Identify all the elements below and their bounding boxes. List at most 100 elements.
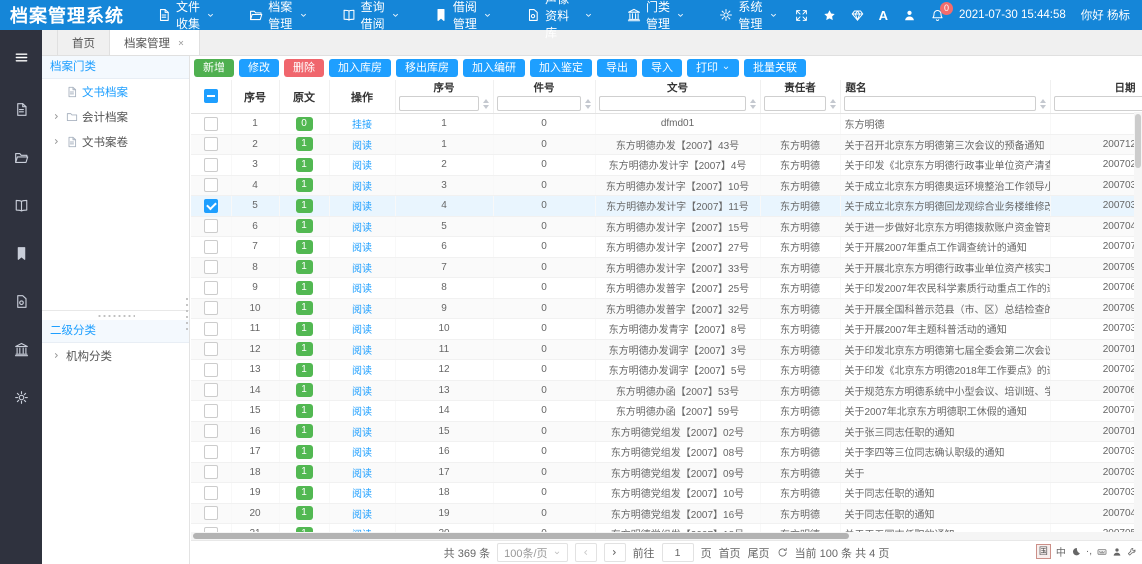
first-page-link[interactable]: 首页	[719, 545, 741, 561]
table-row[interactable]: 121阅读110东方明德办发调字【2007】3号东方明德关于印发北京东方明德第七…	[191, 339, 1142, 360]
row-checkbox[interactable]	[204, 445, 218, 459]
table-row[interactable]: 171阅读160东方明德党组发【2007】08号东方明德关于李四等三位同志确认职…	[191, 442, 1142, 463]
operation-link[interactable]: 阅读	[352, 202, 372, 213]
vertical-scrollbar-thumb[interactable]	[1135, 114, 1141, 168]
page-number-input[interactable]	[662, 543, 694, 562]
table-row[interactable]: 151阅读140东方明德办函【2007】59号东方明德关于2007年北京东方明德…	[191, 401, 1142, 422]
table-row[interactable]: 181阅读170东方明德党组发【2007】09号东方明德关于20070322	[191, 462, 1142, 483]
table-row[interactable]: 111阅读100东方明德办发青字【2007】8号东方明德关于开展2007年主题科…	[191, 319, 1142, 340]
filter-input-wenhao[interactable]	[599, 96, 746, 111]
refresh-icon[interactable]	[777, 547, 788, 558]
table-row[interactable]: 91阅读80东方明德办发普字【2007】25号东方明德关于印发2007年农民科学…	[191, 278, 1142, 299]
rail-toggle-menu[interactable]	[0, 40, 42, 74]
table-row[interactable]: 161阅读150东方明德党组发【2007】02号东方明德关于张三同志任职的通知2…	[191, 421, 1142, 442]
btn-batch-link[interactable]: 批量关联	[744, 59, 806, 77]
star-icon[interactable]	[823, 9, 836, 22]
filter-input-riqi[interactable]	[1054, 96, 1142, 111]
table-row[interactable]: 191阅读180东方明德党组发【2007】10号东方明德关于同志任职的通知200…	[191, 483, 1142, 504]
row-checkbox[interactable]	[204, 383, 218, 397]
rail-borrow-manage[interactable]	[0, 236, 42, 270]
table-row[interactable]: 31阅读20东方明德办发计字【2007】4号东方明德关于印发《北京东方明德行政事…	[191, 155, 1142, 176]
last-page-link[interactable]: 尾页	[748, 545, 770, 561]
row-checkbox[interactable]	[204, 465, 218, 479]
select-all-checkbox[interactable]	[204, 89, 218, 103]
btn-add-research[interactable]: 加入编研	[463, 59, 525, 77]
operation-link[interactable]: 阅读	[352, 243, 372, 254]
table-row[interactable]: 21阅读10东方明德办发【2007】43号东方明德关于召开北京东方明德第三次会议…	[191, 134, 1142, 155]
operation-link[interactable]: 阅读	[352, 510, 372, 521]
horizontal-scrollbar-thumb[interactable]	[193, 533, 849, 539]
rail-system-manage[interactable]	[0, 380, 42, 414]
page-size-select[interactable]: 100条/页	[497, 543, 567, 562]
table-row[interactable]: 71阅读60东方明德办发计字【2007】27号东方明德关于开展2007年重点工作…	[191, 237, 1142, 258]
prev-page-button[interactable]	[575, 543, 597, 562]
tree-item-org-category[interactable]: 机构分类	[42, 343, 189, 368]
ime-soft-keyboard-icon[interactable]	[1097, 547, 1107, 557]
close-icon[interactable]	[177, 39, 185, 47]
user-icon[interactable]	[903, 9, 916, 22]
btn-print[interactable]: 打印	[687, 59, 739, 77]
horizontal-scrollbar[interactable]	[191, 532, 1142, 540]
operation-link[interactable]: 阅读	[352, 264, 372, 275]
row-checkbox[interactable]	[204, 158, 218, 172]
operation-link[interactable]: 阅读	[352, 182, 372, 193]
row-checkbox[interactable]	[204, 260, 218, 274]
operation-link[interactable]: 阅读	[352, 489, 372, 500]
row-checkbox[interactable]	[204, 363, 218, 377]
menu-query-borrow[interactable]: 查询借阅	[325, 0, 417, 30]
operation-link[interactable]: 阅读	[352, 305, 372, 316]
row-checkbox[interactable]	[204, 486, 218, 500]
filter-input-jianhao[interactable]	[497, 96, 581, 111]
table-row[interactable]: 101阅读90东方明德办发普字【2007】32号东方明德关于开展全国科普示范县（…	[191, 298, 1142, 319]
tab-archive-manage[interactable]: 档案管理	[110, 30, 200, 55]
table-row[interactable]: 61阅读50东方明德办发计字【2007】15号东方明德关于进一步做好北京东方明德…	[191, 216, 1142, 237]
menu-borrow-manage[interactable]: 借阅管理	[417, 0, 509, 30]
tree-item-accounting-archive[interactable]: 会计档案	[42, 104, 189, 129]
btn-export[interactable]: 导出	[597, 59, 637, 77]
sort-wenhao-spinner[interactable]	[749, 99, 757, 109]
rail-query-borrow[interactable]	[0, 188, 42, 222]
row-checkbox[interactable]	[204, 199, 218, 213]
horizontal-splitter[interactable]	[42, 310, 189, 320]
row-checkbox[interactable]	[204, 301, 218, 315]
operation-link[interactable]: 阅读	[352, 284, 372, 295]
operation-link[interactable]: 阅读	[352, 428, 372, 439]
operation-link[interactable]: 阅读	[352, 366, 372, 377]
ime-chinese-mode[interactable]: 中	[1056, 544, 1066, 559]
operation-link[interactable]: 阅读	[352, 141, 372, 152]
operation-link[interactable]: 阅读	[352, 223, 372, 234]
row-checkbox[interactable]	[204, 322, 218, 336]
row-checkbox[interactable]	[204, 404, 218, 418]
vertical-scrollbar[interactable]	[1134, 112, 1142, 532]
ime-user-icon[interactable]	[1112, 547, 1122, 557]
operation-link[interactable]: 阅读	[352, 387, 372, 398]
fullscreen-icon[interactable]	[795, 9, 808, 22]
rail-file-collect[interactable]	[0, 92, 42, 126]
table-row[interactable]: 81阅读70东方明德办发计字【2007】33号东方明德关于开展北京东方明德行政事…	[191, 257, 1142, 278]
tree-item-document-folder[interactable]: 文书案卷	[42, 129, 189, 154]
row-checkbox[interactable]	[204, 342, 218, 356]
table-row[interactable]: 141阅读130东方明德办函【2007】53号东方明德关于规范东方明德系统中小型…	[191, 380, 1142, 401]
operation-link[interactable]: 阅读	[352, 161, 372, 172]
row-checkbox[interactable]	[204, 506, 218, 520]
operation-link[interactable]: 阅读	[352, 346, 372, 357]
operation-link[interactable]: 阅读	[352, 469, 372, 480]
table-row[interactable]: 10挂接10dfmd01东方明德	[191, 114, 1142, 135]
row-checkbox[interactable]	[204, 178, 218, 192]
row-checkbox[interactable]	[204, 281, 218, 295]
menu-av-library[interactable]: 声像资料库	[509, 0, 610, 30]
filter-input-timing[interactable]	[844, 96, 1036, 111]
notifications-bell[interactable]: 0	[931, 9, 944, 22]
btn-import[interactable]: 导入	[642, 59, 682, 77]
filter-input-zerenzhe[interactable]	[764, 96, 826, 111]
row-checkbox[interactable]	[204, 240, 218, 254]
sort-zerenzhe-spinner[interactable]	[829, 99, 837, 109]
btn-add-appraisal[interactable]: 加入鉴定	[530, 59, 592, 77]
btn-add[interactable]: 新增	[194, 59, 234, 77]
font-size-icon[interactable]: A	[879, 8, 888, 23]
btn-add-storehouse[interactable]: 加入库房	[329, 59, 391, 77]
tree-item-document-archive[interactable]: 文书档案	[42, 79, 189, 104]
table-row[interactable]: 41阅读30东方明德办发计字【2007】10号东方明德关于成立北京东方明德奥运环…	[191, 175, 1142, 196]
rail-category-manage[interactable]	[0, 332, 42, 366]
sort-jianhao-spinner[interactable]	[584, 99, 592, 109]
